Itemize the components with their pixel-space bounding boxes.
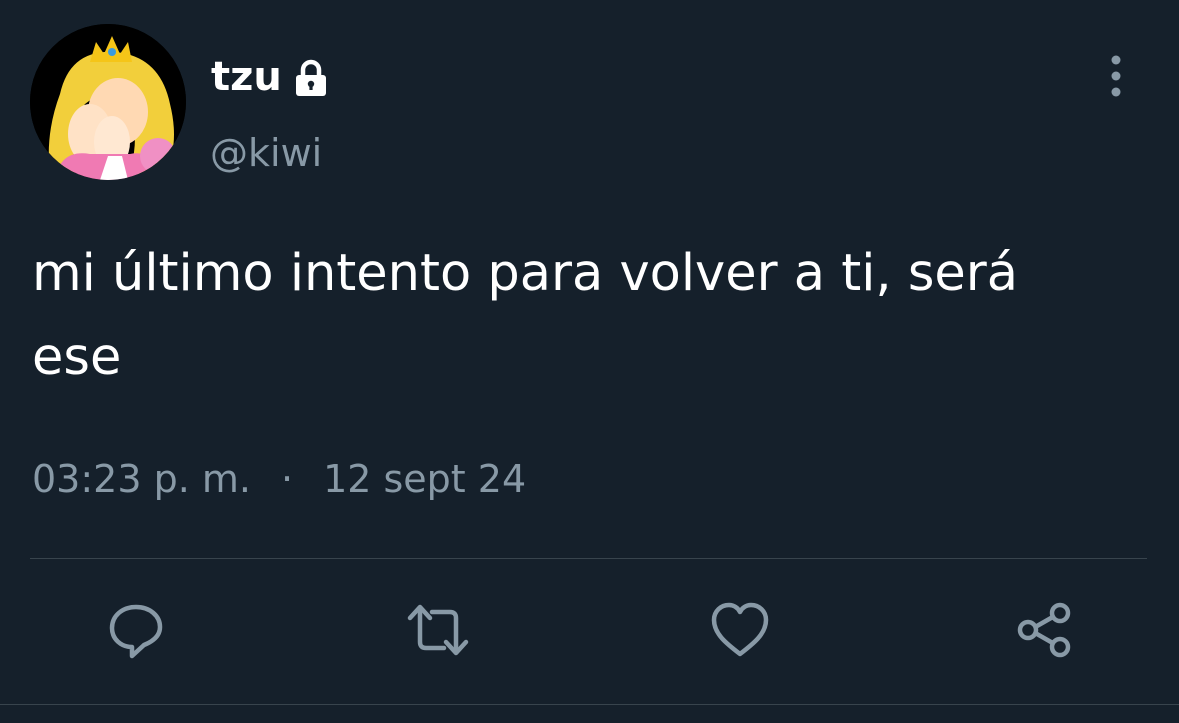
tweet-time[interactable]: 03:23 p. m.	[32, 452, 251, 506]
display-name[interactable]: tzu	[211, 50, 282, 104]
meta-separator: ·	[280, 457, 294, 501]
like-button[interactable]	[708, 598, 772, 662]
tweet-text: mi último intento para volver a ti, será…	[32, 244, 1018, 387]
share-icon	[1017, 602, 1071, 658]
avatar[interactable]	[30, 24, 186, 180]
avatar-image	[30, 24, 186, 180]
author-handle[interactable]: @kiwi	[210, 128, 322, 178]
reply-icon	[109, 604, 163, 659]
tweet-meta: 03:23 p. m. · 12 sept 24	[32, 452, 526, 506]
tweet-date[interactable]: 12 sept 24	[323, 452, 526, 506]
more-options-button[interactable]	[1096, 52, 1136, 100]
heart-icon	[711, 602, 769, 657]
more-vertical-icon	[1111, 55, 1121, 97]
reply-button[interactable]	[104, 598, 168, 662]
lock-icon	[290, 57, 332, 99]
share-button[interactable]	[1012, 598, 1076, 662]
retweet-button[interactable]	[406, 598, 470, 662]
bottom-divider	[0, 704, 1179, 705]
author-name-row[interactable]: tzu	[211, 50, 332, 104]
retweet-icon	[407, 604, 469, 656]
divider	[30, 558, 1147, 559]
